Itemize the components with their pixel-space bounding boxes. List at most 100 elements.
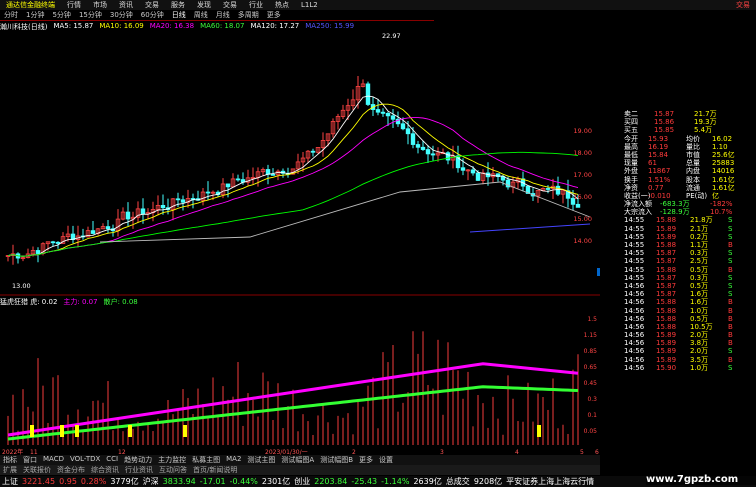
candle-body: [475, 172, 481, 181]
indicator-tab[interactable]: 趋势动力: [121, 455, 155, 465]
stat-row-cell: 25883: [712, 159, 735, 168]
stat-row-cell: 最低: [624, 150, 638, 159]
stat-row-cell: 流通: [686, 183, 700, 192]
tick-row-cell: B: [728, 306, 733, 315]
tick-row-cell: B: [728, 241, 733, 249]
tick-row-cell: S: [728, 232, 733, 241]
menu-item[interactable]: 热点: [269, 0, 295, 10]
indicator-tab[interactable]: VOL-TDX: [67, 455, 103, 465]
kline-chart[interactable]: 19.00 18.00 17.00 16.00 15.00 14.00 22.97 13.00: [0, 32, 600, 297]
period-tab[interactable]: 月线: [212, 10, 234, 20]
tick-row-cell: B: [728, 298, 733, 307]
indicator-tab[interactable]: 指标: [0, 455, 20, 465]
menu-item[interactable]: 行情: [61, 0, 87, 10]
indicator-tab[interactable]: 测试主图: [244, 455, 278, 465]
tick-row-cell: 15.87: [656, 249, 677, 258]
tick-row-cell: S: [728, 224, 733, 233]
stat-row-cell: 内盘: [686, 167, 700, 176]
extension-tab[interactable]: 行业资讯: [122, 465, 156, 475]
stock-name: 瀚川科技(日线): [0, 23, 48, 31]
order-book-row: 买五 15.85 5.4万: [624, 126, 756, 134]
period-tab[interactable]: 更多: [263, 10, 285, 20]
indicator-tab[interactable]: 私募主图: [189, 455, 223, 465]
tick-row-cell: B: [728, 314, 733, 323]
indicator-tab[interactable]: 更多: [356, 455, 376, 465]
indicator-line2: 散户: 0.08: [103, 298, 138, 306]
indicator-tab[interactable]: 窗口: [20, 455, 40, 465]
candle-body: [270, 173, 276, 176]
tick-row-cell: 2.0万: [690, 331, 709, 340]
extension-tab[interactable]: 资金分布: [54, 465, 88, 475]
tick-row-cell: 14:56: [624, 347, 645, 356]
stat-row-cell: 14016: [712, 167, 735, 176]
extension-tab[interactable]: 综合资讯: [88, 465, 122, 475]
stat-row-cell: 15.93: [648, 134, 669, 143]
indicator-chart[interactable]: 1.5 1.15 0.85 0.65 0.45 0.3 0.1 0.05: [0, 307, 600, 447]
menu-item[interactable]: 交易: [217, 0, 243, 10]
tick-row: 14:56 15.87 1.6万 S: [624, 290, 756, 298]
menu-item[interactable]: L1L2: [295, 1, 324, 9]
extension-tab[interactable]: 互动问答: [156, 465, 190, 475]
indicator-tab[interactable]: 设置: [376, 455, 396, 465]
indicator-legend: 猛虎狂猎 虎: 0.02 主力: 0.07 散户: 0.08: [0, 297, 600, 307]
candle-body: [405, 128, 411, 135]
stat-row-cell: 亿: [712, 191, 719, 200]
period-tab[interactable]: 30分钟: [106, 10, 137, 20]
tick-row-cell: 14:56: [624, 339, 645, 348]
ind-tick-label: 1.5: [587, 316, 597, 323]
tick-row-cell: S: [728, 257, 733, 266]
stat-row: 收益(一) -0.010 PE(动) 亿: [624, 192, 756, 200]
indicator-tab[interactable]: 测试幅图B: [317, 455, 356, 465]
cy-amt: 2639亿: [413, 477, 442, 486]
indicator-tab[interactable]: MA2: [223, 455, 244, 465]
sz-amt: 2301亿: [261, 477, 291, 486]
stat-row-cell: 1.61亿: [712, 175, 735, 184]
menu-item[interactable]: 发现: [191, 0, 217, 10]
menu-item[interactable]: 资讯: [113, 0, 139, 10]
cy-chg: -25.43: [351, 477, 378, 486]
period-tab[interactable]: 1分钟: [22, 10, 48, 20]
order-book-row-cell: 卖二: [624, 110, 638, 118]
period-tab[interactable]: 分时: [0, 10, 22, 20]
ma250-label: MA250: 15.99: [305, 22, 355, 30]
tick-row-cell: 14:55: [624, 265, 645, 274]
tick-row-cell: S: [728, 273, 733, 282]
indicator-tab[interactable]: 测试幅图A: [278, 455, 317, 465]
period-bar: 分时 1分钟 5分钟 15分钟 30分钟 60分钟 日线 周线 月线 多周期 更…: [0, 10, 434, 21]
period-tab[interactable]: 5分钟: [48, 10, 74, 20]
extension-tab[interactable]: 关联报价: [20, 465, 54, 475]
trade-label[interactable]: 交易: [730, 0, 756, 10]
period-tab[interactable]: 日线: [168, 10, 190, 20]
period-tab[interactable]: 周线: [190, 10, 212, 20]
tick-row: 14:55 15.88 0.5万 B: [624, 266, 756, 274]
tick-row-cell: 14:55: [624, 249, 645, 258]
tick-row-cell: 14:55: [624, 232, 645, 241]
tick-row-cell: 0.5万: [690, 281, 709, 290]
order-book-row-cell: 15.85: [654, 126, 675, 135]
menu-item[interactable]: 市场: [87, 0, 113, 10]
indicator-tab[interactable]: MACD: [40, 455, 67, 465]
tick-row-cell: 15.88: [656, 241, 677, 249]
extension-tab[interactable]: 首页/新闻说明: [190, 465, 240, 475]
candle-body: [460, 167, 466, 171]
candle-body: [400, 123, 406, 130]
extension-tab[interactable]: 扩展: [0, 465, 20, 475]
indicator-tab[interactable]: CCI: [103, 455, 121, 465]
candle-body: [545, 188, 551, 190]
tick-row-cell: 2.0万: [690, 347, 709, 356]
tick-row-cell: 2.5万: [690, 257, 709, 266]
tick-row-cell: B: [728, 331, 733, 340]
indicator-tab[interactable]: 主力监控: [155, 455, 189, 465]
menu-item[interactable]: 行业: [243, 0, 269, 10]
quote-panel: 卖二 15.87 21.7万 买四 15.86 19.3万 买五 15.85 5.4万 今开 15.…: [624, 110, 756, 465]
period-tab[interactable]: 60分钟: [137, 10, 168, 20]
period-tab[interactable]: 15分钟: [75, 10, 106, 20]
flow-row-cell: -683.3万: [660, 200, 690, 209]
menu-item[interactable]: 交易: [139, 0, 165, 10]
tick-row: 14:56 15.87 0.5万 S: [624, 282, 756, 290]
candle-body: [310, 150, 316, 153]
period-tab[interactable]: 多周期: [234, 10, 263, 20]
tick-row-cell: 1.6万: [690, 298, 709, 307]
menu-item[interactable]: 服务: [165, 0, 191, 10]
candle-body: [410, 133, 416, 145]
